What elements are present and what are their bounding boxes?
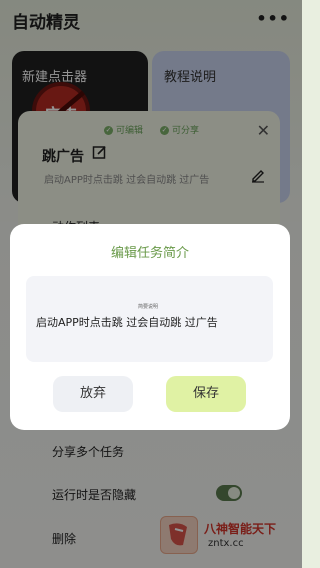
dialog-title: 编辑任务简介 <box>110 246 189 261</box>
input-tiny-label: 简要说明 <box>138 304 159 310</box>
cancel-button[interactable]: 放弃 <box>53 376 133 412</box>
save-button[interactable]: 保存 <box>166 376 246 412</box>
edit-description-dialog: 编辑任务简介 简要说明 启动APP时点击跳 过会自动跳 过广告 放弃 保存 <box>10 224 290 430</box>
description-input[interactable]: 简要说明 启动APP时点击跳 过会自动跳 过广告 <box>26 276 273 362</box>
description-input-value: 启动APP时点击跳 过会自动跳 过广告 <box>36 316 218 329</box>
